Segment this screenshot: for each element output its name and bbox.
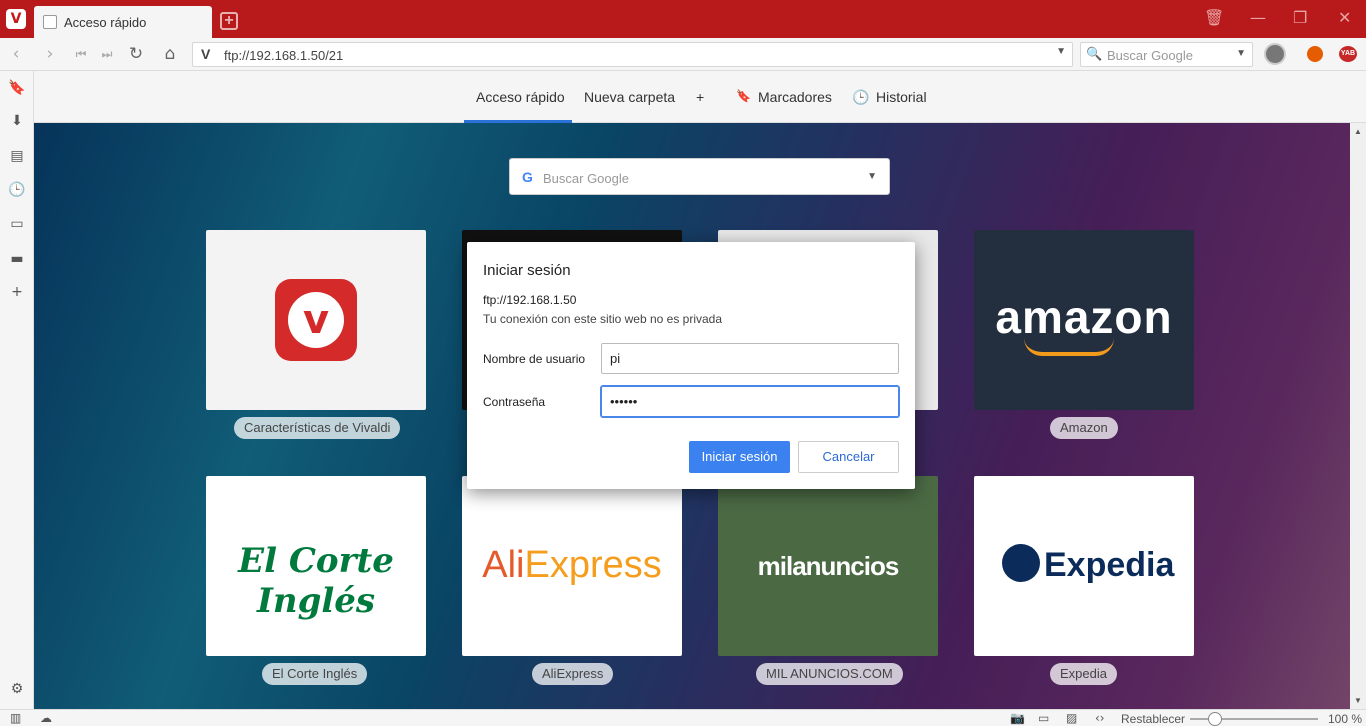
speed-dial-tile-aliexpress[interactable]: AliExpress — [462, 476, 682, 656]
site-info-icon[interactable]: V — [201, 46, 210, 62]
login-button[interactable]: Iniciar sesión — [689, 441, 790, 473]
tab-nueva-carpeta[interactable]: Nueva carpeta — [584, 89, 675, 105]
image-icon[interactable]: ▨ — [1066, 711, 1077, 725]
search-icon: 🔍 — [1086, 46, 1103, 61]
dialog-host: ftp://192.168.1.50 — [483, 293, 577, 307]
add-folder-button[interactable]: + — [696, 89, 704, 105]
vivaldi-menu-button[interactable]: V — [6, 9, 26, 29]
extension-icon[interactable] — [1307, 46, 1323, 62]
chevron-down-icon[interactable]: ▼ — [1236, 48, 1246, 59]
el-corte-ingles-logo: El Corte Inglés — [238, 541, 394, 621]
search-input[interactable]: 🔍 Buscar Google ▼ — [1080, 42, 1253, 67]
scrollbar[interactable]: ▲ ▼ — [1350, 123, 1366, 709]
chevron-down-icon[interactable]: ▼ — [867, 171, 877, 182]
reset-zoom-button[interactable]: Restablecer — [1121, 712, 1185, 726]
zoom-slider-handle[interactable] — [1208, 712, 1222, 726]
dialog-title: Iniciar sesión — [483, 262, 571, 279]
milanuncios-logo: milanuncios — [757, 551, 900, 581]
password-field[interactable]: •••••• — [601, 386, 899, 417]
speed-dial-icon — [43, 15, 57, 29]
address-bar: ‹ › ⏮ ⏭ ↻ ⌂ V ftp://192.168.1.50/21 ▼ 🔍 … — [0, 38, 1366, 71]
tile-label[interactable]: Características de Vivaldi — [234, 417, 401, 439]
speed-dial-tile-el-corte-ingles[interactable]: El Corte Inglés — [206, 476, 426, 656]
rewind-icon[interactable]: ⏮ — [71, 43, 91, 65]
camera-icon[interactable]: 📷 — [1010, 711, 1025, 725]
minimize-icon[interactable]: — — [1250, 8, 1266, 27]
settings-icon[interactable]: ⚙ — [8, 681, 26, 699]
chevron-down-icon[interactable]: ▼ — [1056, 46, 1066, 57]
speed-dial-tile-milanuncios[interactable]: milanuncios — [718, 476, 938, 656]
vivaldi-icon: V — [10, 11, 22, 27]
amazon-smile-icon — [1024, 338, 1114, 356]
url-field[interactable]: V ftp://192.168.1.50/21 ▼ — [192, 42, 1073, 67]
back-icon[interactable]: ‹ — [6, 43, 26, 65]
tab-speed-dial[interactable]: Acceso rápido — [34, 6, 212, 38]
url-text: ftp://192.168.1.50/21 — [224, 48, 344, 63]
web-panel-icon[interactable]: ▬ — [8, 251, 26, 269]
extension-yab-icon[interactable]: YAB — [1339, 46, 1357, 62]
tab-acceso-rapido[interactable]: Acceso rápido — [476, 89, 565, 105]
bookmark-icon[interactable]: 🔖 — [8, 80, 26, 98]
speed-dial-header: Acceso rápido Nueva carpeta + 🔖 Marcador… — [34, 71, 1366, 123]
reload-icon[interactable]: ↻ — [126, 43, 146, 65]
bookmark-icon: 🔖 — [736, 89, 751, 103]
window-icon[interactable]: ▭ — [8, 216, 26, 234]
tile-label[interactable]: El Corte Inglés — [262, 663, 368, 685]
history-icon: 🕒 — [852, 89, 870, 105]
username-field[interactable]: pi — [601, 343, 899, 374]
tile-label[interactable]: MIL ANUNCIOS.COM — [756, 663, 903, 685]
tab-marcadores[interactable]: Marcadores — [758, 89, 832, 105]
restore-icon[interactable]: ❐ — [1293, 8, 1307, 27]
status-bar: ▥ ☁ 📷 ▭ ▨ ‹› Restablecer 100 % — [0, 709, 1366, 726]
cancel-button[interactable]: Cancelar — [798, 441, 899, 473]
speed-dial-search[interactable]: G Buscar Google ▼ — [509, 158, 890, 195]
dialog-privacy-note: Tu conexión con este sitio web no es pri… — [483, 312, 723, 326]
trash-icon[interactable]: 🗑 — [1204, 8, 1224, 27]
username-label: Nombre de usuario — [483, 352, 586, 366]
scroll-up-icon[interactable]: ▲ — [1354, 127, 1362, 136]
close-icon[interactable]: ✕ — [1338, 8, 1351, 27]
speed-dial-tile-vivaldi[interactable]: v — [206, 230, 426, 410]
tile-label[interactable]: AliExpress — [532, 663, 614, 685]
aliexpress-logo: AliExpress — [482, 544, 662, 586]
forward-icon[interactable]: › — [40, 43, 60, 65]
cloud-sync-icon[interactable]: ☁ — [40, 711, 52, 725]
password-label: Contraseña — [483, 395, 546, 409]
login-dialog: Iniciar sesión ftp://192.168.1.50 Tu con… — [467, 242, 915, 489]
zoom-level: 100 % — [1328, 712, 1363, 726]
speed-dial-tile-expedia[interactable]: Expedia — [974, 476, 1194, 656]
history-icon[interactable]: 🕒 — [8, 182, 26, 200]
tab-historial[interactable]: Historial — [876, 89, 927, 105]
side-panel: 🔖 ⬇ ▤ 🕒 ▭ ▬ + ⚙ — [0, 71, 34, 709]
tile-icon[interactable]: ▭ — [1038, 711, 1049, 725]
add-panel-icon[interactable]: + — [8, 284, 26, 302]
speed-dial-tile-amazon[interactable]: amazon — [974, 230, 1194, 410]
tile-label[interactable]: Amazon — [1050, 417, 1118, 439]
download-icon[interactable]: ⬇ — [8, 113, 26, 131]
code-icon[interactable]: ‹› — [1095, 711, 1105, 725]
panel-toggle-icon[interactable]: ▥ — [10, 711, 21, 725]
expedia-plane-icon — [1002, 544, 1040, 582]
scroll-down-icon[interactable]: ▼ — [1354, 696, 1362, 705]
fast-forward-icon[interactable]: ⏭ — [97, 43, 117, 65]
new-tab-button[interactable]: + — [220, 12, 238, 30]
google-icon: G — [522, 169, 533, 185]
tab-title: Acceso rápido — [64, 14, 147, 30]
tab-bar: V Acceso rápido + 🗑 — ❐ ✕ — [0, 0, 1366, 38]
expedia-logo: Expedia — [1044, 546, 1175, 584]
tile-label[interactable]: Expedia — [1050, 663, 1117, 685]
notes-icon[interactable]: ▤ — [8, 148, 26, 166]
vivaldi-logo-icon: v — [275, 279, 357, 361]
search-placeholder: Buscar Google — [1107, 48, 1193, 63]
profile-avatar[interactable] — [1264, 43, 1286, 65]
search-placeholder: Buscar Google — [543, 171, 629, 186]
home-icon[interactable]: ⌂ — [160, 43, 180, 65]
amazon-logo: amazon — [995, 291, 1173, 343]
